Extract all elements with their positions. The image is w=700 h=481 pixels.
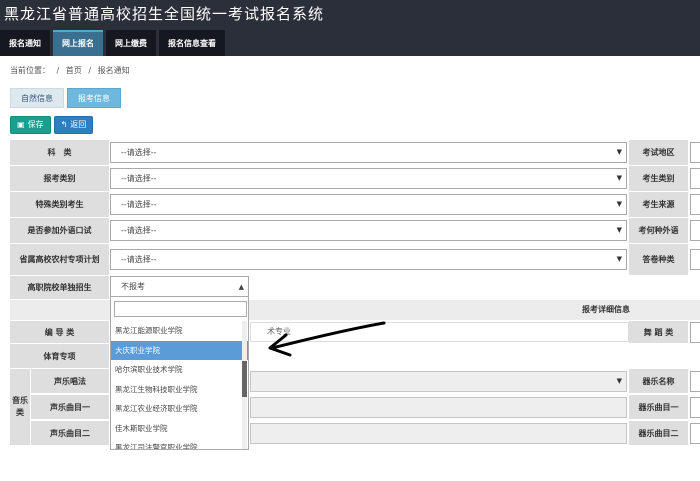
header-bar: 黑龙江省普通高校招生全国统一考试报名系统 报名通知 网上报名 网上缴费 报名信息… [0,0,700,56]
label-vocal-piece-1: 声乐曲目一 [31,395,109,419]
detail-section-title: 报考详细信息 [582,305,630,314]
label-dance: 舞 蹈 类 [629,321,688,343]
select-exam-region[interactable] [690,142,700,163]
select-candidate-source[interactable] [690,194,700,215]
back-button[interactable]: ↰ 返回 [53,116,94,134]
label-vocal-piece-2: 声乐曲目二 [31,421,109,445]
dropdown-scrollbar[interactable] [242,321,247,449]
nav-tab-online-payment[interactable]: 网上缴费 [106,30,156,56]
dropdown-options: 黑龙江能源职业学院 大庆职业学院 哈尔滨职业技术学院 黑龙江生物科技职业学院 黑… [111,321,248,449]
label-bianhao: 编 导 类 [10,321,109,343]
label-answer-type: 答卷种类 [629,244,688,275]
select-nongcun-value: --请选择-- [121,255,157,264]
checkbox-dance[interactable] [690,322,700,343]
select-waiyu[interactable]: --请选择-- ▼ [110,220,627,241]
label-instrument-piece-1: 器乐曲目一 [629,395,688,419]
dropdown-option-highlighted[interactable]: 大庆职业学院 [111,340,248,360]
select-baokao-leibie[interactable]: --请选择-- ▼ [110,168,627,189]
select-foreign-language[interactable] [690,220,700,241]
chevron-down-icon: ▼ [616,377,622,385]
app-title: 黑龙江省普通高校招生全国统一考试报名系统 [4,5,325,23]
input-instrument-piece-1[interactable] [690,397,700,418]
dropdown-option[interactable]: 佳木斯职业学院 [111,419,248,439]
breadcrumb-separator: / [88,66,92,75]
breadcrumb-home[interactable]: 首页 [66,66,82,75]
label-vocal-style: 声乐唱法 [31,369,109,393]
dropdown-option[interactable]: 哈尔滨职业技术学院 [111,360,248,380]
select-candidate-type[interactable] [690,168,700,189]
row-nongcun: 省属高校农村专项计划 --请选择-- ▼ 答卷种类 [10,244,700,276]
select-baokao-leibie-value: --请选择-- [121,174,157,183]
dropdown-option[interactable]: 黑龙江司法警官职业学院 [111,438,248,449]
select-answer-type[interactable] [690,249,700,270]
select-teshu-value: --请选择-- [121,200,157,209]
dropdown-option[interactable]: 黑龙江农业经济职业学院 [111,399,248,419]
form-subtabs: 自然信息 报考信息 [10,88,124,108]
dropdown-option[interactable]: 黑龙江能源职业学院 [111,321,248,341]
label-kelei: 科 类 [10,140,109,165]
row-teshu: 特殊类别考生 --请选择-- ▼ 考生来源 [10,192,700,218]
select-nongcun[interactable]: --请选择-- ▼ [110,249,627,270]
label-candidate-type: 考生类别 [629,166,688,191]
label-music-category: 音乐类 [10,369,30,445]
label-baokao-leibie: 报考类别 [10,166,109,191]
label-gaozhi: 高职院校单独招生 [10,276,109,299]
dropdown-scrollbar-thumb[interactable] [242,361,247,397]
college-dropdown-menu: 黑龙江能源职业学院 大庆职业学院 哈尔滨职业技术学院 黑龙江生物科技职业学院 黑… [110,296,249,450]
breadcrumb: 当前位置： / 首页 / 报名通知 [0,60,700,82]
select-gaozhi-value: 不报考 [121,282,145,291]
label-candidate-source: 考生来源 [629,192,688,217]
breadcrumb-separator: / [56,66,60,75]
label-teshu: 特殊类别考生 [10,192,109,217]
chevron-down-icon: ▼ [616,226,622,234]
nav-tab-registration-info[interactable]: 报名信息查看 [159,30,225,56]
row-kelei: 科 类 --请选择-- ▼ 考试地区 [10,140,700,166]
nav-tab-online-registration[interactable]: 网上报名 [53,30,103,56]
label-foreign-language: 考何种外语 [629,218,688,243]
input-vocal-piece-2[interactable] [250,423,627,444]
back-label: 返回 [70,120,87,129]
label-waiyu: 是否参加外语口试 [10,218,109,243]
row-baokao-leibie: 报考类别 --请选择-- ▼ 考生类别 [10,166,700,192]
chevron-down-icon: ▼ [616,148,622,156]
save-button[interactable]: ▣ 保存 [10,116,51,134]
select-vocal-style[interactable]: ▼ [250,371,627,392]
select-gaozhi[interactable]: 不报考 ▲ [110,276,249,298]
save-icon: ▣ [17,120,25,129]
select-instrument-name[interactable] [690,371,700,392]
input-instrument-piece-2[interactable] [690,423,700,444]
back-icon: ↰ [60,120,68,129]
chevron-down-icon: ▼ [616,255,622,263]
main-nav: 报名通知 网上报名 网上缴费 报名信息查看 [0,30,228,56]
select-kelei-value: --请选择-- [121,148,157,157]
label-tiyu: 体育专项 [10,344,109,368]
select-kelei[interactable]: --请选择-- ▼ [110,142,627,163]
breadcrumb-prefix: 当前位置： [10,66,50,75]
chevron-up-icon: ▲ [238,283,244,291]
chevron-down-icon: ▼ [616,200,622,208]
action-bar: ▣ 保存 ↰ 返回 [10,116,96,134]
select-waiyu-value: --请选择-- [121,226,157,235]
tab-natural-info[interactable]: 自然信息 [10,88,64,108]
annotation-arrow-icon [268,321,386,357]
label-instrument-name: 器乐名称 [629,369,688,393]
label-exam-region: 考试地区 [629,140,688,165]
chevron-down-icon: ▼ [616,174,622,182]
dropdown-option[interactable]: 黑龙江生物科技职业学院 [111,380,248,400]
nav-tab-notice[interactable]: 报名通知 [0,30,50,56]
label-instrument-piece-2: 器乐曲目二 [629,421,688,445]
label-nongcun: 省属高校农村专项计划 [10,244,109,275]
breadcrumb-current: 报名通知 [97,66,130,75]
input-vocal-piece-1[interactable] [250,397,627,418]
select-teshu[interactable]: --请选择-- ▼ [110,194,627,215]
dropdown-search-input[interactable] [114,301,247,317]
tab-application-info[interactable]: 报考信息 [67,88,121,108]
row-waiyu: 是否参加外语口试 --请选择-- ▼ 考何种外语 [10,218,700,244]
save-label: 保存 [27,120,44,129]
